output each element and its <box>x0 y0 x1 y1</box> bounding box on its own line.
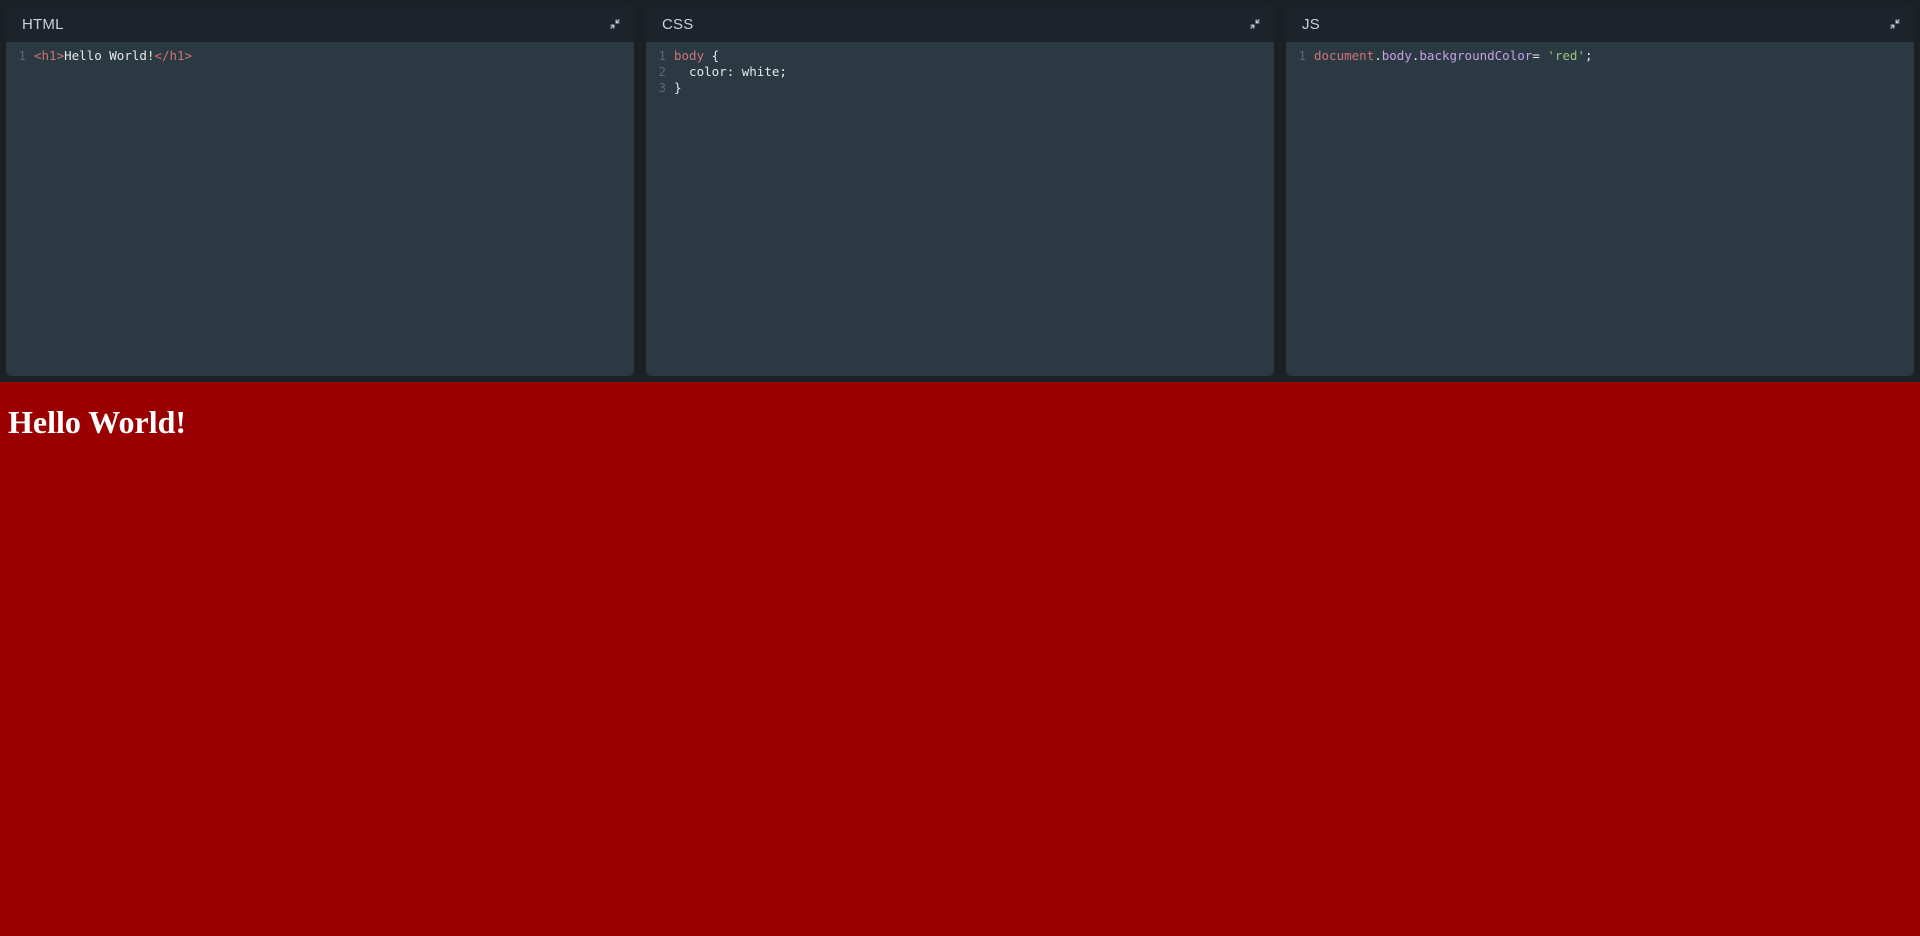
css-panel: CSS 1body {2 color: white;3} <box>646 6 1274 376</box>
compress-icon[interactable] <box>608 17 622 31</box>
line-number: 1 <box>646 48 674 64</box>
css-panel-header: CSS <box>646 6 1274 42</box>
js-panel: JS 1document.body.backgroundColor= 'red'… <box>1286 6 1914 376</box>
line-content[interactable]: <h1>Hello World!</h1> <box>34 48 634 64</box>
js-panel-title: JS <box>1302 16 1320 33</box>
js-panel-header: JS <box>1286 6 1914 42</box>
html-panel-header: HTML <box>6 6 634 42</box>
line-content[interactable]: body { <box>674 48 1274 64</box>
line-number: 3 <box>646 80 674 96</box>
code-line[interactable]: 1body { <box>646 48 1274 64</box>
code-line[interactable]: 1document.body.backgroundColor= 'red'; <box>1286 48 1914 64</box>
code-playground: HTML 1<h1>Hello World!</h1> CSS <box>0 0 1920 936</box>
preview-heading: Hello World! <box>8 404 1912 441</box>
js-code-editor[interactable]: 1document.body.backgroundColor= 'red'; <box>1286 42 1914 376</box>
compress-icon[interactable] <box>1888 17 1902 31</box>
line-number: 1 <box>1286 48 1314 64</box>
code-line[interactable]: 1<h1>Hello World!</h1> <box>6 48 634 64</box>
preview-pane: Hello World! <box>0 382 1920 936</box>
css-code-editor[interactable]: 1body {2 color: white;3} <box>646 42 1274 376</box>
html-code-editor[interactable]: 1<h1>Hello World!</h1> <box>6 42 634 376</box>
css-panel-title: CSS <box>662 16 693 33</box>
html-panel: HTML 1<h1>Hello World!</h1> <box>6 6 634 376</box>
code-line[interactable]: 3} <box>646 80 1274 96</box>
editors-row: HTML 1<h1>Hello World!</h1> CSS <box>0 0 1920 382</box>
line-content[interactable]: } <box>674 80 1274 96</box>
line-content[interactable]: document.body.backgroundColor= 'red'; <box>1314 48 1914 64</box>
line-number: 1 <box>6 48 34 64</box>
compress-icon[interactable] <box>1248 17 1262 31</box>
line-content[interactable]: color: white; <box>674 64 1274 80</box>
code-line[interactable]: 2 color: white; <box>646 64 1274 80</box>
html-panel-title: HTML <box>22 16 64 33</box>
line-number: 2 <box>646 64 674 80</box>
